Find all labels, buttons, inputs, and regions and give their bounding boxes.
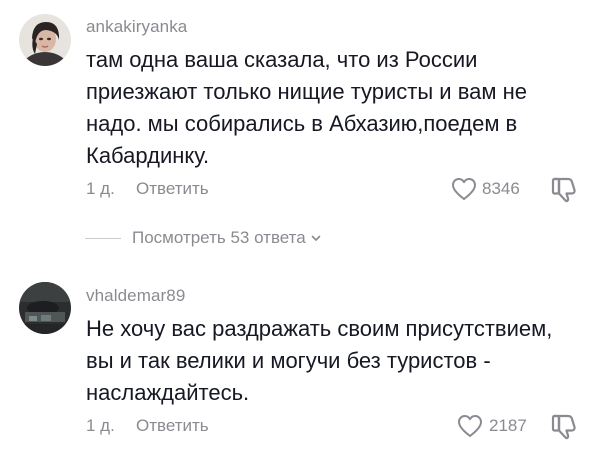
thumbs-down-outline-icon[interactable] [551,412,577,440]
comment-item: vhaldemar89 Не хочу вас раздражать своим… [0,270,600,456]
comment-username[interactable]: ankakiryanka [86,17,187,37]
comment-username[interactable]: vhaldemar89 [86,286,185,306]
comment-text-line: приезжают только нищие туристы и вам не [86,79,528,104]
avatar[interactable] [19,282,71,334]
comment-text: Не хочу вас раздражать своим присутствие… [86,313,586,409]
divider [85,237,121,239]
reply-button[interactable]: Ответить [136,416,209,436]
comment-text-line: наслаждайтесь. [86,380,250,405]
view-replies-button[interactable]: Посмотреть 53 ответа [85,228,322,248]
avatar[interactable] [19,14,71,66]
like-count: 2187 [489,416,527,435]
comment-text: там одна ваша сказала, что из России при… [86,44,586,172]
thumbs-down-outline-icon[interactable] [551,175,577,203]
chevron-down-icon [311,235,321,241]
comment-item: ankakiryanka там одна ваша сказала, что … [0,0,600,210]
heart-outline-icon[interactable] [457,414,483,438]
comment-timestamp: 1 д. [86,179,115,198]
comment-text-line: там одна ваша сказала, что из России [86,47,478,72]
heart-outline-icon[interactable] [451,177,477,201]
like-count: 8346 [482,179,520,198]
reply-button[interactable]: Ответить [136,179,209,199]
view-replies-label: Посмотреть 53 ответа [132,228,306,247]
comment-timestamp: 1 д. [86,416,115,435]
comment-text-line: вы и так велики и могучи без туристов - [86,348,491,373]
comment-text-line: Кабардинку. [86,143,210,168]
comment-text-line: надо. мы собирались в Абхазию,поедем в [86,111,518,136]
comment-text-line: Не хочу вас раздражать своим присутствие… [86,316,553,341]
